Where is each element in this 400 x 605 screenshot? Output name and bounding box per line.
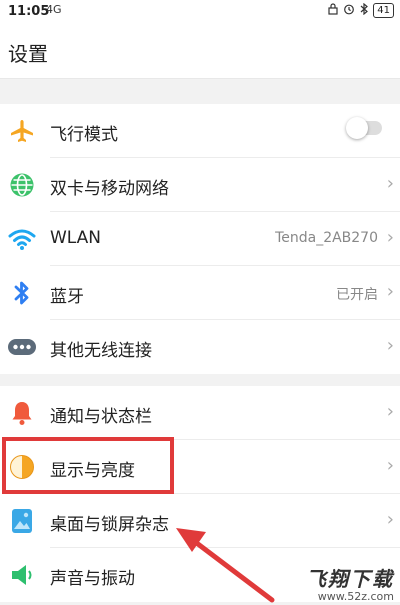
watermark: 飞翔下载 www.52z.com <box>306 563 394 603</box>
sim-network-label: 双卡与移动网络 <box>50 179 169 199</box>
bluetooth-value: 已开启 <box>336 287 378 303</box>
chevron-right-icon: › <box>386 227 394 248</box>
watermark-url: www.52z.com <box>317 590 394 603</box>
other-wireless-label: 其他无线连接 <box>50 341 152 361</box>
lock-icon <box>327 3 339 18</box>
more-dots-icon <box>8 334 36 360</box>
airplane-mode-row[interactable]: 飞行模式 <box>0 104 400 158</box>
status-bar: 11:05 4G 41 <box>0 0 400 24</box>
speaker-icon <box>8 562 36 588</box>
wifi-icon <box>8 226 36 252</box>
other-wireless-row[interactable]: 其他无线连接 › <box>0 320 400 374</box>
wlan-label: WLAN <box>50 228 102 248</box>
battery-icon: 41 <box>373 3 394 18</box>
bluetooth-label: 蓝牙 <box>50 287 84 307</box>
chevron-right-icon: › <box>386 401 394 422</box>
desktop-lockscreen-label: 桌面与锁屏杂志 <box>50 515 169 535</box>
wlan-value: Tenda_2AB270 <box>275 230 378 246</box>
airplane-icon <box>8 118 36 144</box>
settings-header: 设置 <box>0 24 400 79</box>
bluetooth-status-icon <box>359 2 369 18</box>
watermark-text: 飞翔下载 <box>306 567 394 591</box>
globe-icon <box>8 172 36 198</box>
notification-row[interactable]: 通知与状态栏 › <box>0 386 400 440</box>
airplane-mode-toggle[interactable] <box>346 117 382 139</box>
chevron-right-icon: › <box>386 281 394 302</box>
signal-indicator: 4G <box>46 3 62 16</box>
page-title: 设置 <box>8 42 48 66</box>
bluetooth-icon <box>8 280 36 306</box>
chevron-right-icon: › <box>386 455 394 476</box>
wlan-row[interactable]: WLAN Tenda_2AB270 › <box>0 212 400 266</box>
wireless-group: 飞行模式 双卡与移动网络 › WLAN Tenda_2AB270 › 蓝牙 已开… <box>0 104 400 374</box>
chevron-right-icon: › <box>386 335 394 356</box>
wallpaper-icon <box>8 508 36 534</box>
highlight-box <box>2 437 174 494</box>
sound-vibration-label: 声音与振动 <box>50 569 135 589</box>
alarm-icon <box>343 3 355 18</box>
desktop-lockscreen-row[interactable]: 桌面与锁屏杂志 › <box>0 494 400 548</box>
notification-label: 通知与状态栏 <box>50 407 152 427</box>
airplane-mode-label: 飞行模式 <box>50 125 118 145</box>
status-icons: 41 <box>327 2 394 18</box>
toggle-knob <box>346 117 368 139</box>
sim-network-row[interactable]: 双卡与移动网络 › <box>0 158 400 212</box>
bell-icon <box>8 400 36 426</box>
bluetooth-row[interactable]: 蓝牙 已开启 › <box>0 266 400 320</box>
status-time: 11:05 <box>8 4 50 19</box>
chevron-right-icon: › <box>386 509 394 530</box>
chevron-right-icon: › <box>386 173 394 194</box>
